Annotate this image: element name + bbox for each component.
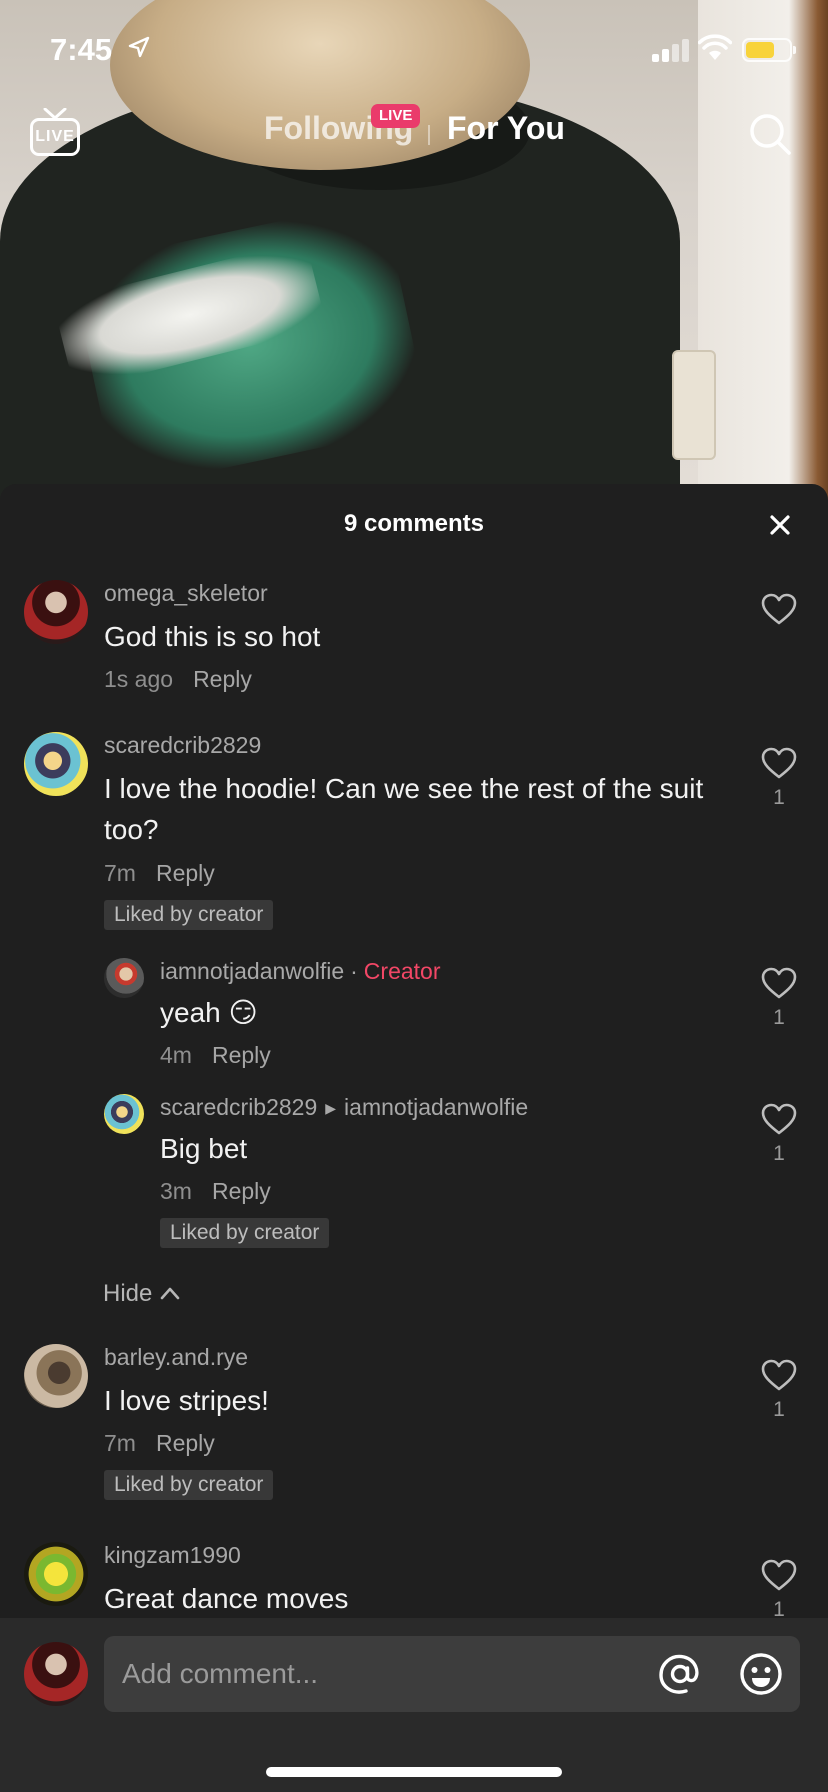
reply-button[interactable]: Reply	[193, 666, 252, 692]
comment-meta: 7m Reply	[104, 860, 215, 887]
comment-time: 7m	[104, 1430, 136, 1456]
like-count: 1	[773, 1142, 785, 1165]
reply-item: iamnotjadanwolfie · Creator yeah 😏 4m Reply…	[0, 958, 828, 1078]
reply-item: scaredcrib2829 ▶ iamnotjadanwolfie Big bet…	[0, 1094, 828, 1254]
battery-icon	[742, 38, 796, 62]
comment-username[interactable]: kingzam1990	[104, 1542, 241, 1569]
comment-time: 4m	[160, 1042, 192, 1068]
comment-username[interactable]: omega_skeletor	[104, 580, 268, 607]
live-tv-icon[interactable]: LIVE	[28, 108, 82, 158]
search-icon[interactable]	[748, 112, 792, 156]
home-indicator[interactable]	[266, 1767, 562, 1777]
comment-time: 1s ago	[104, 666, 174, 692]
comment-item: barley.and.rye I love stripes! 7m Reply L…	[0, 1344, 828, 1514]
like-count: 1	[773, 1006, 785, 1029]
comment-input[interactable]	[122, 1636, 642, 1712]
heart-icon[interactable]	[760, 966, 798, 1000]
comment-text: Great dance moves	[104, 1583, 349, 1614]
heart-icon[interactable]	[760, 1558, 798, 1592]
comment-input-bar	[0, 1618, 828, 1792]
at-icon[interactable]	[657, 1651, 703, 1697]
cellular-signal-icon	[652, 38, 690, 62]
reply-text: yeah 😏	[160, 997, 258, 1028]
liked-by-creator-badge: Liked by creator	[104, 900, 274, 930]
live-icon-label: LIVE	[30, 118, 80, 156]
wifi-icon	[698, 34, 732, 60]
comment-meta: 3m Reply	[160, 1178, 271, 1205]
status-time: 7:45	[50, 32, 113, 67]
avatar[interactable]	[24, 580, 88, 644]
comment-item: omega_skeletor God this is so hot 1s ago…	[0, 580, 828, 700]
comment-time: 3m	[160, 1178, 192, 1204]
like-count: 1	[773, 786, 785, 809]
status-bar: 7:45	[0, 0, 828, 100]
location-arrow-icon	[128, 36, 150, 58]
reply-button[interactable]: Reply	[212, 1178, 271, 1204]
reply-button[interactable]: Reply	[156, 1430, 215, 1456]
comments-count-title: 9 comments	[343, 510, 485, 537]
heart-icon[interactable]	[760, 1358, 798, 1392]
tab-divider	[428, 125, 430, 145]
reply-username[interactable]: scaredcrib2829 ▶ iamnotjadanwolfie	[160, 1094, 528, 1121]
comment-time: 7m	[104, 860, 136, 886]
comment-text: God this is so hot	[104, 621, 321, 652]
username-text[interactable]: iamnotjadanwolfie	[160, 958, 344, 984]
comment-meta: 4m Reply	[160, 1042, 271, 1069]
reply-button[interactable]: Reply	[156, 860, 215, 886]
avatar[interactable]	[24, 1344, 88, 1408]
creator-tag: Creator	[363, 958, 441, 984]
like-count: 1	[773, 1398, 785, 1421]
reply-to-username[interactable]: iamnotjadanwolfie	[344, 1094, 528, 1120]
comment-meta: 1s ago Reply	[104, 666, 252, 693]
liked-by-creator-badge: Liked by creator	[104, 1470, 274, 1500]
reply-button[interactable]: Reply	[212, 1042, 271, 1068]
light-switch	[672, 350, 716, 460]
separator-dot: ·	[350, 958, 358, 984]
comment-input-box[interactable]	[104, 1636, 800, 1712]
live-badge: LIVE	[371, 104, 421, 128]
liked-by-creator-badge: Liked by creator	[160, 1218, 330, 1248]
heart-icon[interactable]	[760, 592, 798, 626]
comment-text: I love the hoodie! Can we see the rest o…	[104, 773, 704, 845]
close-icon[interactable]	[763, 508, 797, 542]
reply-to-arrow-icon: ▶	[325, 1100, 337, 1116]
username-text[interactable]: scaredcrib2829	[160, 1094, 317, 1120]
emoji-icon[interactable]	[738, 1651, 784, 1697]
tab-for-you[interactable]: For You	[447, 110, 565, 147]
top-navigation: LIVE Following LIVE For You	[0, 100, 828, 170]
comment-username[interactable]: scaredcrib2829	[104, 732, 261, 759]
current-user-avatar[interactable]	[24, 1642, 88, 1706]
avatar[interactable]	[24, 732, 88, 796]
comment-username[interactable]: barley.and.rye	[104, 1344, 248, 1371]
heart-icon[interactable]	[760, 746, 798, 780]
heart-icon[interactable]	[760, 1102, 798, 1136]
reply-text: Big bet	[160, 1133, 248, 1164]
comment-text: I love stripes!	[104, 1385, 269, 1416]
avatar[interactable]	[104, 1094, 144, 1134]
comment-item: scaredcrib2829 I love the hoodie! Can we…	[0, 732, 828, 932]
avatar[interactable]	[24, 1542, 88, 1606]
hide-label: Hide	[103, 1280, 153, 1307]
reply-username[interactable]: iamnotjadanwolfie · Creator	[160, 958, 441, 985]
hide-replies-button[interactable]: Hide	[103, 1280, 180, 1308]
chevron-up-icon	[161, 1287, 180, 1300]
comments-sheet: 9 comments omega_skeletor God this is so…	[0, 484, 828, 1792]
avatar[interactable]	[104, 958, 144, 998]
comment-meta: 7m Reply	[104, 1430, 215, 1457]
